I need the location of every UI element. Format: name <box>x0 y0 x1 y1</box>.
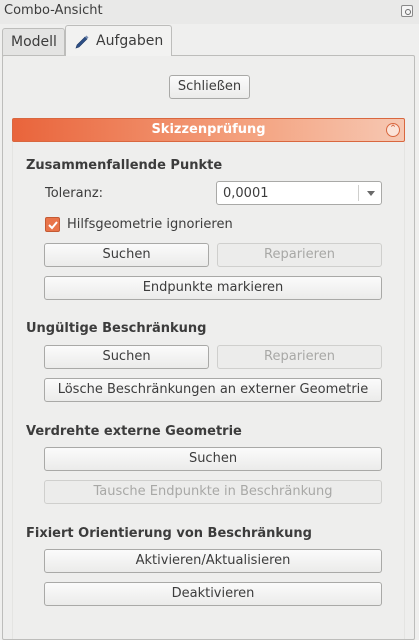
orientation-heading: Fixiert Orientierung von Beschränkung <box>26 526 312 541</box>
coincident-search-button[interactable]: Suchen <box>44 243 209 267</box>
chevron-down-icon[interactable] <box>367 191 375 196</box>
collapse-icon[interactable]: ⌃ <box>386 123 400 137</box>
reversed-heading: Verdrehte externe Geometrie <box>26 424 242 439</box>
ignore-construction-checkbox[interactable] <box>45 217 60 232</box>
title-bar: Combo-Ansicht <box>0 0 419 24</box>
tab-bar: Modell Aufgaben <box>0 24 419 56</box>
disable-button[interactable]: Deaktivieren <box>44 582 382 606</box>
delete-external-constraints-button[interactable]: Lösche Beschränkungen an externer Geomet… <box>44 378 382 402</box>
invalid-search-button[interactable]: Suchen <box>44 345 209 369</box>
tolerance-label: Toleranz: <box>45 186 104 201</box>
invalid-repair-button[interactable]: Reparieren <box>217 345 382 369</box>
window-title: Combo-Ansicht <box>4 3 103 18</box>
invalid-heading: Ungültige Beschränkung <box>26 321 207 336</box>
tab-modell[interactable]: Modell <box>2 28 65 56</box>
ignore-construction-label[interactable]: Hilfsgeometrie ignorieren <box>67 217 233 232</box>
coincident-heading: Zusammenfallende Punkte <box>26 158 223 173</box>
highlight-endpoints-button[interactable]: Endpunkte markieren <box>44 276 382 300</box>
dock-close-icon[interactable] <box>401 5 413 17</box>
enable-update-button[interactable]: Aktivieren/Aktualisieren <box>44 549 382 573</box>
pencil-icon <box>75 35 89 49</box>
reversed-search-button[interactable]: Suchen <box>44 447 382 471</box>
coincident-repair-button[interactable]: Reparieren <box>217 243 382 267</box>
checkmark-icon <box>48 221 58 230</box>
section-title: Skizzenprüfung <box>151 122 266 137</box>
combo-separator <box>358 185 359 201</box>
tab-modell-label: Modell <box>11 34 57 50</box>
tolerance-combo[interactable]: 0,0001 <box>216 181 382 205</box>
tolerance-value: 0,0001 <box>223 186 269 201</box>
tab-aufgaben-label: Aufgaben <box>96 33 164 49</box>
close-button[interactable]: Schließen <box>169 75 250 99</box>
swap-endpoints-button[interactable]: Tausche Endpunkte in Beschränkung <box>44 480 382 504</box>
tab-aufgaben[interactable]: Aufgaben <box>65 25 172 56</box>
section-header[interactable]: Skizzenprüfung ⌃ <box>12 118 405 142</box>
